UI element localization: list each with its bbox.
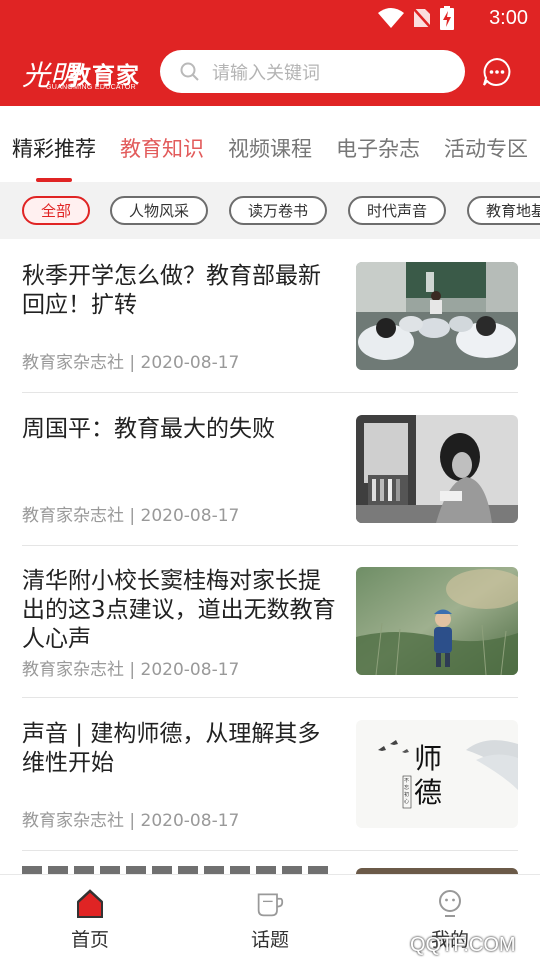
chip-all[interactable]: 全部 — [22, 196, 90, 225]
cup-icon — [257, 893, 284, 917]
article-title: 清华附小校长窦桂梅对家长提出的这3点建议，道出无数教育人心声 — [22, 568, 336, 652]
chip-people[interactable]: 人物风采 — [110, 196, 208, 225]
article-item[interactable]: 秋季开学怎么做？教育部最新回应！扩转 教育家杂志社 | 2020-08-17 — [22, 262, 518, 392]
status-icons — [378, 6, 454, 30]
article-meta: 教育家杂志社 | 2020-08-17 — [22, 811, 240, 831]
chip-reading[interactable]: 读万卷书 — [229, 196, 327, 225]
subcategory-chips: 全部 人物风采 读万卷书 时代声音 教育地基 — [0, 182, 540, 239]
app-logo[interactable]: 光明 教育家 GUANGMING EDUCATOR — [22, 54, 142, 92]
no-sim-icon — [412, 7, 432, 29]
divider — [22, 545, 518, 546]
article-thumbnail-shide: 师德 不忘初心 — [356, 720, 518, 828]
article-item[interactable]: 周国平：教育最大的失败 教育家杂志社 | 2020-08-17 — [22, 415, 518, 545]
tab-e-magazine[interactable]: 电子杂志 — [336, 133, 420, 163]
app-header-background: 3:00 光明 教育家 GUANGMING EDUCATOR 请输入关键词 — [0, 0, 540, 106]
article-item[interactable]: 声音 | 建构师德，从理解其多维性开始 教育家杂志社 | 2020-08-17 … — [22, 720, 518, 850]
article-thumbnail-woman-reading — [356, 415, 518, 523]
home-icon — [77, 889, 103, 918]
divider — [22, 392, 518, 393]
message-icon[interactable] — [482, 57, 512, 87]
battery-charging-icon — [440, 6, 454, 30]
article-title: 周国平：教育最大的失败 — [22, 416, 275, 442]
divider — [22, 697, 518, 698]
thumb-calligraphy: 师德 — [414, 742, 443, 809]
header: 光明 教育家 GUANGMING EDUCATOR 请输入关键词 — [0, 36, 540, 106]
divider — [22, 850, 518, 851]
article-title: 声音 | 建构师德，从理解其多维性开始 — [22, 721, 321, 776]
nav-topics[interactable]: 话题 — [220, 875, 320, 960]
tab-video-courses[interactable]: 视频课程 — [228, 133, 312, 163]
chip-voices[interactable]: 时代声音 — [348, 196, 446, 225]
article-meta: 教育家杂志社 | 2020-08-17 — [22, 660, 240, 680]
tab-education-knowledge[interactable]: 教育知识 — [120, 133, 204, 163]
nav-topics-label: 话题 — [250, 929, 289, 951]
article-thumbnail-child-in-grass — [356, 567, 518, 675]
search-icon — [180, 62, 199, 81]
tab-events[interactable]: 活动专区 — [444, 133, 528, 163]
search-input[interactable]: 请输入关键词 — [160, 50, 465, 93]
category-tabs: 精彩推荐 教育知识 视频课程 电子杂志 活动专区 — [0, 106, 540, 182]
logo-subtitle: GUANGMING EDUCATOR — [46, 84, 136, 91]
profile-icon — [439, 890, 461, 917]
chip-foundation[interactable]: 教育地基 — [467, 196, 540, 225]
status-bar: 3:00 — [0, 0, 540, 36]
article-title: 秋季开学怎么做？教育部最新回应！扩转 — [22, 263, 321, 318]
wifi-icon — [378, 8, 404, 28]
article-meta: 教育家杂志社 | 2020-08-17 — [22, 353, 240, 373]
article-meta: 教育家杂志社 | 2020-08-17 — [22, 506, 240, 526]
nav-home[interactable]: 首页 — [40, 875, 140, 960]
status-time: 3:00 — [489, 7, 528, 29]
nav-home-label: 首页 — [70, 929, 109, 951]
thumb-seal-text: 不忘初心 — [404, 778, 410, 805]
article-item-partial — [22, 866, 332, 874]
search-placeholder: 请输入关键词 — [212, 62, 320, 84]
tab-featured[interactable]: 精彩推荐 — [12, 133, 96, 163]
watermark: QQTF.COM — [410, 934, 516, 956]
article-thumbnail-classroom — [356, 262, 518, 370]
article-item[interactable]: 清华附小校长窦桂梅对家长提出的这3点建议，道出无数教育人心声 教育家杂志社 | … — [22, 567, 518, 697]
